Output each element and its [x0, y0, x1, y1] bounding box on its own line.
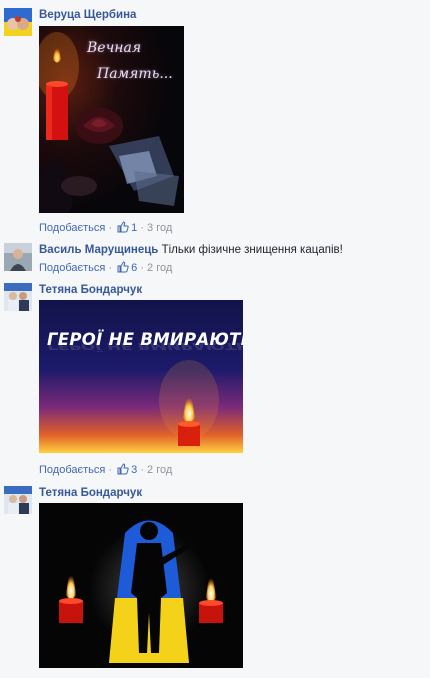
comment-author[interactable]: Тетяна Бондарчук [39, 284, 142, 296]
rose-icon [75, 108, 123, 144]
thumbs-up-icon[interactable] [117, 221, 129, 233]
image-caption-line2: Память... [97, 66, 173, 82]
comment-image-heroes[interactable]: ГЕРОЇ НЕ ВМИРАЮТЬ ГЕРОЇ НЕ ВМИРАЮТЬ [39, 300, 243, 453]
comment-image-soldier[interactable] [39, 503, 243, 668]
comment-time[interactable]: 2 год [147, 262, 172, 274]
like-link[interactable]: Подобається [39, 464, 105, 476]
like-count[interactable]: 3 [131, 464, 137, 476]
separator: · [140, 464, 144, 476]
comment-time[interactable]: 3 год [147, 222, 172, 234]
thumbs-up-icon[interactable] [117, 463, 129, 475]
comment-text: Тільки фізичне знищення кацапів! [161, 244, 343, 256]
avatar-tetyana[interactable] [4, 486, 32, 514]
comment-author[interactable]: Василь Марущинець [39, 244, 158, 256]
image-caption-line1: Вечная [87, 40, 142, 56]
comment-actions: Подобається · 3 · 2 год [39, 463, 424, 477]
avatar-veruca[interactable] [4, 8, 32, 36]
comment-actions: Подобається · 1 · 3 год [39, 221, 424, 235]
separator: · [140, 262, 144, 274]
separator: · [108, 262, 113, 274]
thumbs-up-icon[interactable] [117, 261, 129, 273]
separator: · [140, 222, 144, 234]
comment-actions: Подобається · 6 · 2 год [39, 261, 424, 275]
avatar-vasyl[interactable] [4, 243, 32, 271]
like-count[interactable]: 1 [131, 222, 137, 234]
comment-author[interactable]: Тетяна Бондарчук [39, 487, 142, 499]
like-link[interactable]: Подобається [39, 222, 105, 234]
heroes-candle-image [39, 300, 243, 453]
avatar-image [4, 283, 32, 311]
separator: · [108, 222, 113, 234]
like-link[interactable]: Подобається [39, 262, 105, 274]
comment-time[interactable]: 2 год [147, 464, 172, 476]
comment-author[interactable]: Веруца Щербина [39, 9, 136, 21]
avatar-image [4, 8, 32, 36]
like-count[interactable]: 6 [131, 262, 137, 274]
avatar-image [4, 486, 32, 514]
avatar-tetyana[interactable] [4, 283, 32, 311]
image-caption-reflection: ГЕРОЇ НЕ ВМИРАЮТЬ [47, 340, 243, 352]
comment-image-eternal-memory[interactable]: Вечная Память... [39, 26, 184, 213]
avatar-image [4, 243, 32, 271]
soldier-candles-image [39, 503, 243, 668]
separator: · [108, 464, 113, 476]
